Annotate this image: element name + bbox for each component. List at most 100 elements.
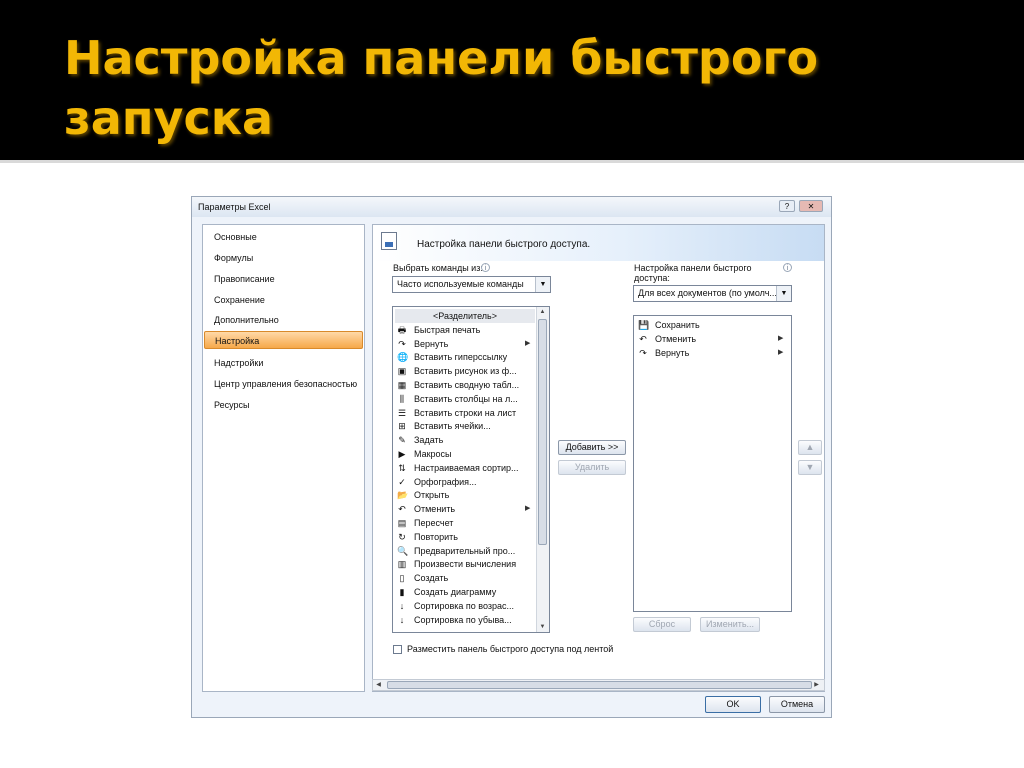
macro-play-icon: ▶ [398,449,406,459]
insert-columns-icon: ⫼ [399,393,405,404]
scroll-left-icon[interactable]: ◀ [373,680,384,690]
nav-item-addins[interactable]: Надстройки [204,354,363,372]
list-item[interactable]: ✎ Задать [395,433,535,447]
slide-divider [0,160,1024,163]
list-item[interactable]: ▶ Макросы [395,447,535,461]
scroll-right-icon[interactable]: ▶ [811,680,822,690]
list-item[interactable]: ✓ Орфография... [395,475,535,489]
commands-scrollbar[interactable]: ▲ ▼ [536,307,549,632]
scroll-up-icon[interactable]: ▲ [537,307,548,317]
list-item-label: Вставить гиперссылку [414,352,508,363]
list-item[interactable]: ↷ Вернуть ▶ [395,337,535,351]
list-item[interactable]: ↷ Вернуть ▶ [636,346,788,360]
list-item-label: Макросы [414,449,452,459]
below-ribbon-checkbox[interactable] [393,645,402,654]
commands-list[interactable]: ▲ ▼ <Разделитель> 🖶 Быстрая печать ↷ Вернуть… [392,306,550,633]
scroll-thumb[interactable] [538,319,547,545]
list-item[interactable]: ▥ Произвести вычисления [395,557,535,571]
list-item[interactable]: ⫼ Вставить столбцы на л... [395,392,535,406]
list-item-label: Предварительный про... [414,545,516,556]
list-item[interactable]: ▯ Создать [395,571,535,585]
nav-item-customize[interactable]: Настройка [204,331,363,349]
nav-item-resources[interactable]: Ресурсы [204,396,363,414]
insert-cells-icon: ⊞ [398,421,406,432]
nav-item-trust-center[interactable]: Центр управления безопасностью [204,375,363,393]
reset-button[interactable]: Сброс [633,617,691,632]
nav-item-label: Дополнительно [214,315,279,325]
customize-toolbar-select[interactable]: Для всех документов (по умолч... ▼ [633,285,792,302]
nav-item-proofing[interactable]: Правописание [204,270,363,288]
spelling-icon: ✓ [398,476,406,487]
cancel-button[interactable]: Отмена [769,696,825,713]
list-item[interactable]: ▣ Вставить рисунок из ф... [395,364,535,378]
list-item[interactable]: 💾 Сохранить [636,318,788,332]
close-icon[interactable]: ✕ [799,200,823,212]
list-item[interactable]: ↶ Отменить ▶ [636,332,788,346]
list-item[interactable]: ⇅ Настраиваемая сортир... [395,461,535,475]
remove-button[interactable]: Удалить [558,460,626,475]
list-item[interactable]: ↓ Сортировка по возрас... [395,599,535,613]
nav-item-save[interactable]: Сохранение [204,291,363,309]
modify-button[interactable]: Изменить... [700,617,760,632]
customize-toolbar-label-line2: доступа: [634,273,670,283]
printer-icon: 🖶 [397,324,407,335]
options-nav: Основные Формулы Правописание Сохранение… [202,224,365,692]
list-item-label: Отменить [655,333,697,344]
open-folder-icon: 📂 [397,490,409,501]
list-item-label: Создать диаграмму [414,587,497,597]
add-button[interactable]: Добавить >> [558,440,626,455]
nav-item-label: Формулы [214,253,254,263]
list-item-label: <Разделитель> [433,311,497,321]
submenu-arrow-icon: ▶ [525,339,531,347]
list-item[interactable]: ▦ Вставить сводную табл... [395,378,535,392]
dialog-titlebar[interactable]: Параметры Excel ? ✕ [192,197,831,217]
ok-button[interactable]: OK [705,696,761,713]
scroll-down-icon[interactable]: ▼ [537,622,548,632]
panel-header: Настройка панели быстрого доступа. [373,225,824,261]
picture-icon: ▣ [397,366,407,377]
separator-item[interactable]: <Разделитель> [395,309,535,323]
chevron-down-icon: ▼ [776,286,791,301]
arrow-down-icon: ▼ [805,462,815,472]
redo-icon: ↷ [639,347,647,358]
sort-ascending-icon: ↓ [399,600,405,611]
list-item[interactable]: ▮ Создать диаграмму [395,585,535,599]
custom-sort-icon: ⇅ [398,462,406,473]
insert-rows-icon: ☰ [397,407,407,418]
list-item[interactable]: 🔍 Предварительный про... [395,544,535,558]
repeat-icon: ↻ [398,531,406,542]
list-item[interactable]: ⊞ Вставить ячейки... [395,419,535,433]
list-item[interactable]: 📂 Открыть [395,488,535,502]
list-item[interactable]: ↻ Повторить [395,530,535,544]
customize-toolbar-label: Настройка панели быстрого [634,263,752,273]
dialog-title: Параметры Excel [198,202,271,212]
panel-horizontal-scrollbar[interactable]: ◀ ▶ [372,679,825,691]
define-icon: ✎ [398,435,406,446]
choose-commands-value: Часто используемые команды [397,279,524,289]
list-item-label: Произвести вычисления [414,559,517,570]
move-up-button[interactable]: ▲ [798,440,822,455]
chevron-down-icon: ▼ [535,277,550,292]
scroll-thumb[interactable] [387,681,812,689]
list-item-label: Создать [414,573,449,584]
nav-item-formulas[interactable]: Формулы [204,249,363,267]
nav-item-advanced[interactable]: Дополнительно [204,311,363,329]
hyperlink-icon: 🌐 [397,352,409,363]
question-icon[interactable]: ? [779,200,795,212]
arrow-up-icon: ▲ [805,442,815,452]
list-item[interactable]: 🌐 Вставить гиперссылку [395,350,535,364]
submenu-arrow-icon: ▶ [778,334,784,342]
list-item-label: Задать [414,435,444,446]
list-item[interactable]: ↶ Отменить ▶ [395,502,535,516]
list-item[interactable]: 🖶 Быстрая печать [395,323,535,337]
list-item-label: Сортировка по убыва... [414,614,512,625]
toolbar-commands-list[interactable]: 💾 Сохранить ↶ Отменить ▶ ↷ Вернуть ▶ [633,315,792,612]
choose-commands-select[interactable]: Часто используемые команды ▼ [392,276,551,293]
list-item[interactable]: ▤ Пересчет [395,516,535,530]
nav-item-basic[interactable]: Основные [204,228,363,246]
list-item[interactable]: ☰ Вставить строки на лист [395,406,535,420]
list-item[interactable]: ↓ Сортировка по убыва... [395,613,535,627]
list-item-label: Отменить [414,504,456,515]
move-down-button[interactable]: ▼ [798,460,822,475]
list-item-label: Вставить столбцы на л... [414,393,518,404]
